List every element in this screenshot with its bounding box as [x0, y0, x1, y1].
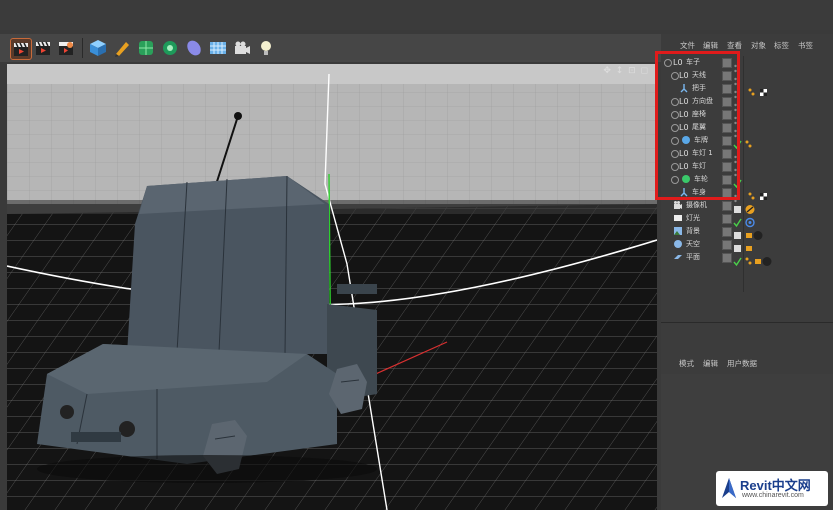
menu-tags[interactable]: 标签 [774, 40, 789, 51]
camera-icon [673, 200, 683, 210]
3d-viewport[interactable]: ✥ ↕ ⊡ ◻ [7, 64, 657, 510]
floor-button[interactable] [208, 38, 228, 58]
viewport-scene [7, 64, 657, 510]
layer-box[interactable] [722, 201, 732, 211]
object-label: 灯光 [686, 214, 700, 222]
tag-icons[interactable] [733, 200, 759, 214]
object-row-plane[interactable]: 平面 [661, 251, 833, 267]
render-view-button[interactable] [10, 38, 32, 60]
layer-box[interactable] [722, 227, 732, 237]
subdivision-icon [139, 41, 153, 55]
column-divider [743, 56, 744, 292]
object-row-sky[interactable]: 天空 [661, 238, 833, 252]
background-icon [673, 226, 683, 236]
menu-view[interactable]: 查看 [727, 40, 742, 51]
pen-icon [115, 42, 129, 57]
light-bulb-icon [261, 41, 271, 55]
menu-edit[interactable]: 编辑 [703, 40, 718, 51]
attributes-menu: 模式 编辑 用户数据 [661, 358, 833, 372]
object-label: 摄像机 [686, 201, 707, 209]
attr-menu-user-data[interactable]: 用户数据 [727, 358, 757, 369]
cloner-icon [163, 41, 177, 55]
layer-box[interactable] [722, 253, 732, 263]
light-icon [673, 213, 683, 223]
plane-icon [673, 252, 683, 262]
floor-grid-icon [210, 42, 226, 54]
render-picture-viewer-button[interactable] [33, 38, 53, 58]
revit-r-icon [722, 478, 736, 498]
menu-bookmarks[interactable]: 书签 [798, 40, 813, 51]
clapper-icon [14, 42, 28, 56]
attr-menu-edit[interactable]: 编辑 [703, 358, 718, 369]
render-settings-button[interactable] [56, 38, 76, 58]
tag-icons[interactable] [747, 83, 773, 96]
highlight-box [655, 51, 740, 200]
toolbar-separator [82, 38, 83, 58]
cube-icon [90, 40, 106, 56]
clapper-icon [36, 41, 50, 55]
pen-tool-button[interactable] [112, 38, 132, 58]
watermark-url: www.chinarevit.com [742, 492, 804, 499]
layer-box[interactable] [722, 214, 732, 224]
object-row-light[interactable]: 灯光 [661, 212, 833, 228]
object-label: 平面 [686, 253, 700, 261]
camera-button[interactable] [232, 38, 252, 58]
menu-object[interactable]: 对象 [751, 40, 766, 51]
tag-icons[interactable] [747, 187, 773, 200]
top-strip [0, 0, 833, 30]
light-button[interactable] [256, 38, 276, 58]
sky-icon [673, 239, 683, 249]
object-label: 天空 [686, 240, 700, 248]
attr-menu-mode[interactable]: 模式 [679, 358, 694, 369]
viewport-nav-icons[interactable]: ✥ ↕ ⊡ ◻ [603, 66, 649, 76]
cube-button[interactable] [88, 38, 108, 58]
object-row-camera[interactable]: 摄像机 [661, 199, 833, 214]
cloner-button[interactable] [160, 38, 180, 58]
check-and-tag-icons[interactable] [733, 252, 773, 267]
deformer-icon [187, 40, 201, 56]
panel-divider[interactable] [661, 322, 833, 323]
check-and-tag-icons[interactable] [733, 213, 759, 228]
subdivision-button[interactable] [136, 38, 156, 58]
menu-file[interactable]: 文件 [680, 40, 695, 51]
object-row-background[interactable]: 背景 [661, 225, 833, 240]
object-label: 背景 [686, 227, 700, 235]
tag-icons[interactable] [733, 226, 763, 240]
clapper-gear-icon [59, 42, 73, 55]
watermark-logo: Revit中文网 www.chinarevit.com [716, 471, 828, 506]
camera-icon [235, 41, 250, 54]
deformer-button[interactable] [184, 38, 204, 58]
layer-box[interactable] [722, 240, 732, 250]
tag-icons[interactable] [733, 239, 755, 252]
